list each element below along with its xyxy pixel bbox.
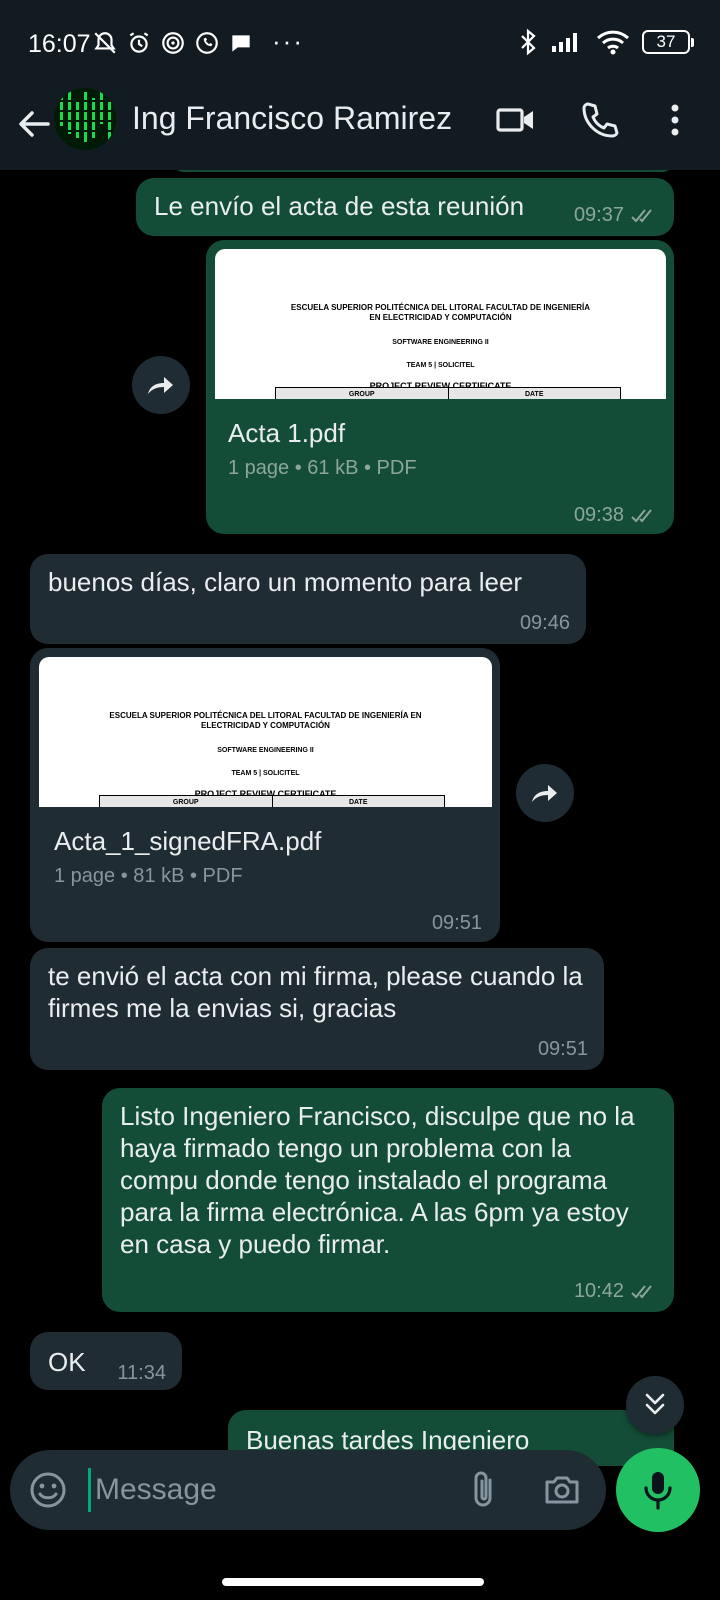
more-notifications-icon: ··· xyxy=(272,26,304,56)
document-preview[interactable]: ESCUELA SUPERIOR POLITÉCNICA DEL LITORAL… xyxy=(39,657,492,807)
message-time: 09:38 xyxy=(574,504,658,527)
message-time: 09:46 xyxy=(519,612,570,634)
message-time: 11:34 xyxy=(117,1362,166,1384)
read-ticks-icon xyxy=(631,1285,652,1299)
read-ticks-icon xyxy=(631,509,652,523)
home-indicator[interactable] xyxy=(222,1578,484,1586)
voice-message-button[interactable] xyxy=(616,1448,700,1532)
whatsapp-icon xyxy=(196,32,218,54)
document-info: Acta_1_signedFRA.pdf 1 page • 81 kB • PD… xyxy=(54,826,321,888)
message-bubble[interactable]: Le envío el acta de esta reunión 09:37 xyxy=(136,178,674,236)
wifi-icon xyxy=(596,30,630,55)
message-text: Le envío el acta de esta reunión xyxy=(154,191,525,221)
back-arrow-icon[interactable] xyxy=(12,102,56,146)
message-bubble[interactable]: te envió el acta con mi firma, please cu… xyxy=(30,948,604,1070)
message-list[interactable]: Le envío el acta de esta reunión 09:37 E… xyxy=(0,170,720,1466)
scroll-to-bottom-button[interactable] xyxy=(626,1376,684,1434)
more-options-icon[interactable] xyxy=(660,98,690,142)
bell-off-icon xyxy=(94,32,116,54)
avatar[interactable] xyxy=(54,88,116,150)
location-icon xyxy=(162,32,184,54)
chat-bubble-icon xyxy=(232,35,250,52)
message-text: buenos días, claro un momento para leer xyxy=(48,567,523,597)
message-time: 09:37 xyxy=(574,204,658,227)
document-name: Acta_1_signedFRA.pdf xyxy=(54,826,322,856)
emoji-icon[interactable] xyxy=(28,1470,68,1510)
alarm-icon xyxy=(129,32,149,53)
message-time: 09:51 xyxy=(537,1038,588,1060)
forward-icon xyxy=(148,377,173,394)
message-text: te envió el acta con mi firma, please cu… xyxy=(48,961,583,1023)
message-text: Listo Ingeniero Francisco, disculpe que … xyxy=(120,1101,635,1259)
video-call-icon[interactable] xyxy=(494,98,538,142)
read-ticks-icon xyxy=(631,209,652,223)
message-bubble[interactable]: buenos días, claro un momento para leer … xyxy=(30,554,586,644)
microphone-icon xyxy=(644,1472,672,1510)
system-icons: 37 xyxy=(518,28,694,56)
paperclip-icon[interactable] xyxy=(464,1468,504,1512)
contact-name[interactable]: Ing Francisco Ramirez xyxy=(132,100,452,137)
document-message[interactable]: ESCUELA SUPERIOR POLITÉCNICA DEL LITORAL… xyxy=(206,240,674,534)
phone-icon[interactable] xyxy=(578,98,622,142)
notification-icons xyxy=(92,30,254,56)
document-name: Acta 1.pdf xyxy=(228,418,346,448)
status-bar: 16:07 ··· 37 xyxy=(0,0,720,84)
message-bubble xyxy=(172,170,674,172)
double-chevron-down-icon xyxy=(645,1393,665,1415)
message-composer xyxy=(10,1450,606,1530)
message-bubble[interactable]: Listo Ingeniero Francisco, disculpe que … xyxy=(102,1088,674,1312)
forward-button[interactable] xyxy=(132,356,190,414)
message-text: OK xyxy=(48,1347,86,1377)
bluetooth-icon xyxy=(521,28,536,56)
battery-indicator: 37 xyxy=(642,30,694,54)
camera-icon[interactable] xyxy=(542,1470,582,1510)
chat-header: Ing Francisco Ramirez xyxy=(0,84,720,170)
message-time: 09:51 xyxy=(431,912,482,934)
document-info: Acta 1.pdf 1 page • 61 kB • PDF xyxy=(228,418,417,480)
status-time: 16:07 xyxy=(28,30,91,58)
document-meta: 1 page • 61 kB • PDF xyxy=(228,457,417,479)
document-message[interactable]: ESCUELA SUPERIOR POLITÉCNICA DEL LITORAL… xyxy=(30,648,500,942)
forward-icon xyxy=(532,785,557,802)
message-time: 10:42 xyxy=(574,1280,658,1303)
signal-icon xyxy=(552,33,577,52)
forward-button[interactable] xyxy=(516,764,574,822)
message-bubble[interactable]: OK 11:34 xyxy=(30,1332,182,1390)
message-input[interactable] xyxy=(88,1468,438,1512)
document-preview[interactable]: ESCUELA SUPERIOR POLITÉCNICA DEL LITORAL… xyxy=(215,249,666,399)
document-meta: 1 page • 81 kB • PDF xyxy=(54,865,243,887)
